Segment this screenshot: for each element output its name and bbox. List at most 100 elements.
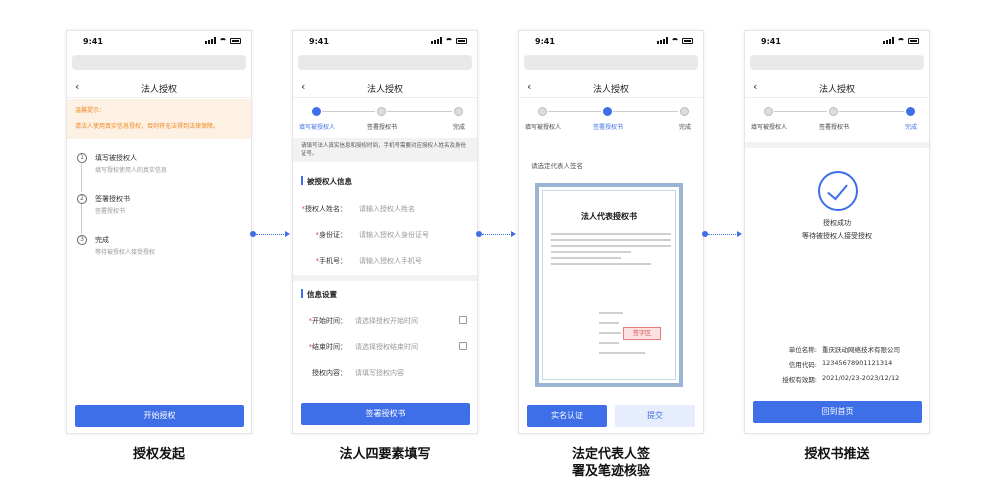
signal-icon [657, 37, 668, 44]
step-dot [829, 107, 838, 116]
section-title: 信息设置 [301, 289, 337, 299]
battery-icon [682, 37, 693, 44]
calendar-icon[interactable] [459, 342, 467, 350]
address-bar[interactable] [524, 55, 698, 70]
caption-step-4: 授权书推送 [804, 447, 870, 462]
form-row-start[interactable]: *开始时间： 请选择授权开始时间 [293, 313, 477, 329]
nav-bar: ‹ 法人授权 [745, 78, 929, 98]
step-label: 完成 [679, 124, 692, 131]
step-number: 2 [77, 194, 87, 204]
document-text-line [599, 322, 619, 324]
waiting-text: 等待被授权人接受授权 [802, 232, 872, 240]
caption-step-3: 法定代表人签 署及笔迹核验 [518, 446, 704, 480]
warning-text: 请法人使用真实信息授权，否则将无法得到法律保障。 [75, 123, 220, 130]
wifi-icon [671, 37, 679, 44]
end-time-input[interactable]: 请选择授权结束时间 [355, 342, 418, 352]
field-label: 开始时间： [312, 317, 347, 325]
step-desc: 填写授权使用人的真实信息 [95, 167, 168, 174]
real-name-verify-button[interactable]: 实名认证 [527, 405, 607, 427]
step-line [548, 111, 601, 112]
form-row-end[interactable]: *结束时间： 请选择授权结束时间 [293, 339, 477, 355]
signal-icon [205, 37, 216, 44]
progress-stepper: 填写被授权人 签署授权书 完成 [519, 103, 703, 133]
progress-stepper: 填写被授权人 签署授权书 完成 [293, 103, 477, 133]
submit-button[interactable]: 提交 [615, 405, 695, 427]
success-check-icon [818, 171, 858, 211]
signal-icon [883, 37, 894, 44]
step-dot-active [312, 107, 321, 116]
content-input[interactable]: 请填写授权内容 [355, 368, 404, 378]
info-label: 授权有效期: [782, 376, 817, 384]
step-label: 完成 [905, 124, 918, 131]
field-label: 身份证： [319, 231, 347, 239]
document-text-line [599, 352, 645, 354]
document-text-line [599, 342, 619, 344]
authorization-document[interactable]: 法人代表授权书 签字区 [535, 183, 683, 387]
step-label: 完成 [453, 124, 466, 131]
document-text-line [551, 257, 621, 259]
address-bar[interactable] [750, 55, 924, 70]
step-dot [377, 107, 386, 116]
caption-step-1: 授权发起 [132, 447, 185, 462]
form-row-phone[interactable]: *手机号： 请输入授权人手机号 [293, 253, 477, 269]
step-line [613, 111, 678, 112]
step-dot [454, 107, 463, 116]
phone-screen-1: 9:41 ‹ 法人授权 温馨提示： 请法人使用真实信息授权，否则将无法得到法律保… [66, 30, 252, 434]
step-dot [680, 107, 689, 116]
step-dot-active [603, 107, 612, 116]
wifi-icon [445, 37, 453, 44]
nav-bar: ‹ 法人授权 [67, 78, 251, 98]
step-number: 3 [77, 235, 87, 245]
form-row-id[interactable]: *身份证： 请输入授权人身份证号 [293, 227, 477, 243]
step-title: 填写被授权人 [95, 154, 137, 162]
name-input[interactable]: 请输入授权人姓名 [359, 204, 415, 214]
back-home-button[interactable]: 回到首页 [753, 401, 922, 423]
step-label: 签署授权书 [593, 124, 624, 131]
address-bar[interactable] [298, 55, 472, 70]
caption-line: 署及笔迹核验 [571, 464, 650, 479]
progress-stepper: 填写被授权人 签署授权书 完成 [745, 103, 929, 133]
section-divider [293, 275, 477, 281]
nav-bar: ‹ 法人授权 [519, 78, 703, 98]
signature-prompt: 请选定代表人签名 [531, 162, 583, 170]
step-title: 签署授权书 [95, 195, 130, 203]
warning-banner: 温馨提示： 请法人使用真实信息授权，否则将无法得到法律保障。 [67, 99, 251, 139]
step-label: 签署授权书 [819, 124, 850, 131]
status-time: 9:41 [761, 37, 781, 46]
field-label: 结束时间： [312, 343, 347, 351]
step-dot [764, 107, 773, 116]
page-title: 法人授权 [140, 85, 177, 95]
nav-bar: ‹ 法人授权 [293, 78, 477, 98]
status-bar: 9:41 [519, 31, 703, 53]
document-title: 法人代表授权书 [581, 212, 637, 221]
status-bar: 9:41 [67, 31, 251, 53]
sign-authorization-button[interactable]: 签署授权书 [301, 403, 470, 425]
document-text-line [551, 245, 671, 247]
form-row-content[interactable]: 授权内容： 请填写授权内容 [293, 365, 477, 381]
status-time: 9:41 [309, 37, 329, 46]
address-bar[interactable] [72, 55, 246, 70]
calendar-icon[interactable] [459, 316, 467, 324]
start-authorization-button[interactable]: 开始授权 [75, 405, 244, 427]
phone-input[interactable]: 请输入授权人手机号 [359, 256, 422, 266]
wifi-icon [219, 37, 227, 44]
step-number: 1 [77, 153, 87, 163]
page-title: 法人授权 [592, 85, 629, 95]
step-line [387, 111, 452, 112]
step-desc: 等待被授权人接受授权 [95, 249, 156, 256]
step-label: 填写被授权人 [525, 124, 562, 131]
form-row-name[interactable]: *授权人姓名： 请输入授权人姓名 [293, 201, 477, 217]
step-connector [81, 204, 82, 234]
battery-icon [908, 37, 919, 44]
battery-icon [230, 37, 241, 44]
id-input[interactable]: 请输入授权人身份证号 [359, 230, 429, 240]
start-time-input[interactable]: 请选择授权开始时间 [355, 316, 418, 326]
signature-area[interactable]: 签字区 [623, 327, 661, 340]
document-text-line [551, 233, 671, 235]
step-line [839, 111, 904, 112]
status-bar: 9:41 [745, 31, 929, 53]
wifi-icon [897, 37, 905, 44]
info-label: 单位名称: [788, 346, 817, 354]
caption-step-2: 法人四要素填写 [339, 447, 431, 462]
step-title: 完成 [95, 236, 109, 244]
